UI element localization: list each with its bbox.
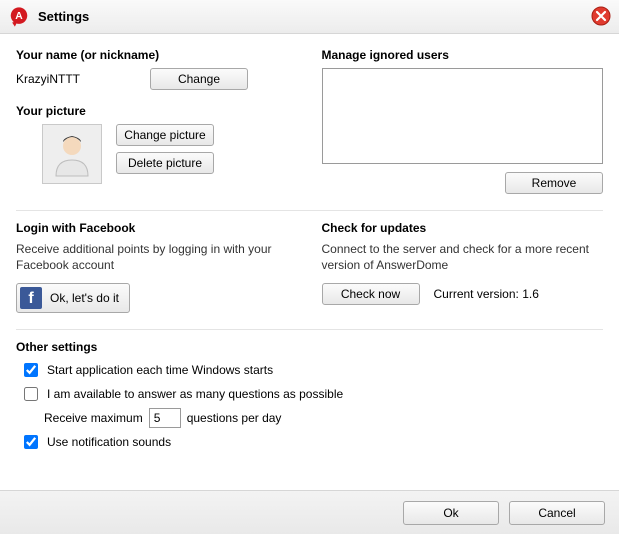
max-questions-row: Receive maximum questions per day — [44, 408, 603, 428]
opt-sounds-checkbox[interactable] — [24, 435, 38, 449]
facebook-subtext: Receive additional points by logging in … — [16, 241, 298, 273]
titlebar: A Settings — [0, 0, 619, 34]
opt-sounds-label: Use notification sounds — [47, 435, 171, 449]
maxq-prefix: Receive maximum — [44, 411, 143, 425]
divider — [16, 329, 603, 330]
avatar[interactable] — [42, 124, 102, 184]
max-questions-input[interactable] — [149, 408, 181, 428]
current-version-text: Current version: 1.6 — [434, 287, 539, 301]
ok-button[interactable]: Ok — [403, 501, 499, 525]
opt-available-label: I am available to answer as many questio… — [47, 387, 343, 401]
facebook-login-button[interactable]: f Ok, let's do it — [16, 283, 130, 313]
change-name-button[interactable]: Change — [150, 68, 248, 90]
divider — [16, 210, 603, 211]
footer: Ok Cancel — [0, 490, 619, 534]
picture-heading: Your picture — [16, 104, 298, 118]
window-title: Settings — [38, 9, 89, 24]
remove-ignored-button[interactable]: Remove — [505, 172, 603, 194]
delete-picture-button[interactable]: Delete picture — [116, 152, 214, 174]
ignored-heading: Manage ignored users — [322, 48, 604, 62]
name-heading: Your name (or nickname) — [16, 48, 298, 62]
updates-heading: Check for updates — [322, 221, 604, 235]
opt-available-checkbox[interactable] — [24, 387, 38, 401]
svg-text:A: A — [15, 11, 23, 22]
updates-subtext: Connect to the server and check for a mo… — [322, 241, 604, 273]
app-icon: A — [8, 6, 30, 28]
opt-start-label: Start application each time Windows star… — [47, 363, 273, 377]
check-updates-button[interactable]: Check now — [322, 283, 420, 305]
other-heading: Other settings — [16, 340, 603, 354]
opt-start-row[interactable]: Start application each time Windows star… — [20, 360, 603, 380]
facebook-icon: f — [20, 287, 42, 309]
facebook-heading: Login with Facebook — [16, 221, 298, 235]
change-picture-button[interactable]: Change picture — [116, 124, 214, 146]
ignored-users-list[interactable] — [322, 68, 604, 164]
other-settings-section: Other settings Start application each ti… — [16, 340, 603, 452]
opt-available-row[interactable]: I am available to answer as many questio… — [20, 384, 603, 404]
close-icon[interactable] — [591, 6, 611, 26]
cancel-button[interactable]: Cancel — [509, 501, 605, 525]
name-value: KrazyiNTTT — [16, 72, 136, 86]
opt-start-checkbox[interactable] — [24, 363, 38, 377]
facebook-button-label: Ok, let's do it — [50, 291, 119, 305]
maxq-suffix: questions per day — [187, 411, 282, 425]
opt-sounds-row[interactable]: Use notification sounds — [20, 432, 603, 452]
